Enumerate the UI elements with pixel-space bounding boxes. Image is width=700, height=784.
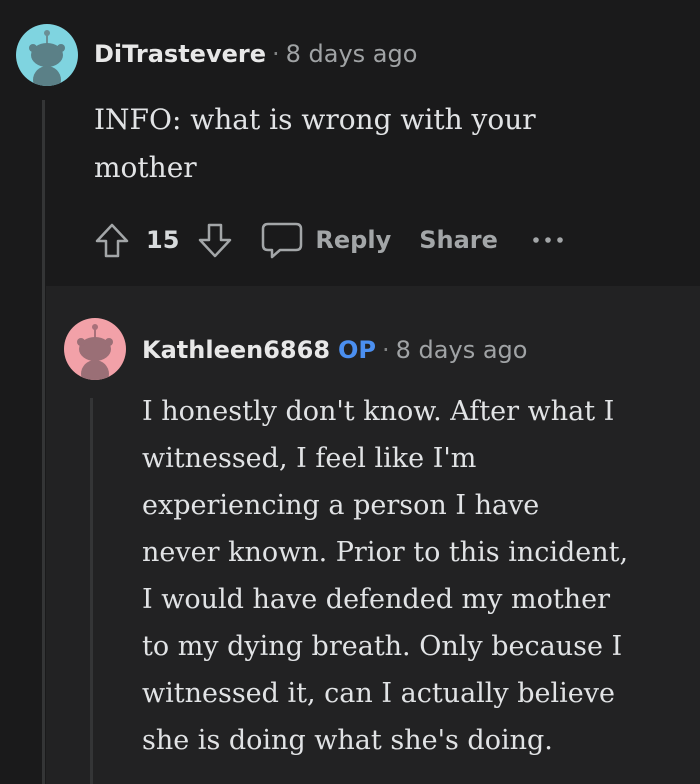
separator: ·: [271, 40, 280, 68]
thread-line[interactable]: [42, 100, 45, 784]
comment-icon[interactable]: [259, 218, 305, 262]
comment-line: experiencing a person I have: [142, 490, 540, 521]
comment-line: never known. Prior to this incident,: [142, 537, 629, 568]
timestamp[interactable]: 8 days ago: [286, 40, 418, 68]
comment-line: I would have defended my mother: [142, 584, 610, 615]
comment-meta: Kathleen6868 OP · 8 days ago: [142, 336, 527, 364]
upvote-icon[interactable]: [90, 218, 134, 262]
share-button[interactable]: Share: [419, 226, 498, 254]
comment-line: mother: [94, 151, 197, 184]
comment-line: she is doing what she's doing.: [142, 725, 553, 756]
more-icon[interactable]: [528, 220, 568, 260]
snoo-avatar-icon: [77, 324, 113, 380]
timestamp[interactable]: 8 days ago: [396, 336, 528, 364]
avatar[interactable]: [64, 318, 126, 380]
comment-meta: DiTrastevere · 8 days ago: [94, 40, 417, 68]
comment-body: I honestly don't know. After what I witn…: [142, 388, 628, 764]
comment-line: witnessed, I feel like I'm: [142, 443, 477, 474]
reply-button[interactable]: Reply: [315, 226, 391, 254]
thread-line[interactable]: [90, 398, 93, 784]
op-badge: OP: [338, 336, 377, 364]
username[interactable]: Kathleen6868: [142, 336, 330, 364]
comment-line: witnessed it, can I actually believe: [142, 678, 616, 709]
avatar[interactable]: [16, 24, 78, 86]
username[interactable]: DiTrastevere: [94, 40, 266, 68]
downvote-icon[interactable]: [193, 218, 237, 262]
separator: ·: [382, 336, 390, 364]
comment-line: INFO: what is wrong with your: [94, 103, 536, 136]
comment-line: I honestly don't know. After what I: [142, 396, 615, 427]
snoo-avatar-icon: [29, 30, 65, 86]
comment-line: to my dying breath. Only because I: [142, 631, 623, 662]
comment-body: INFO: what is wrong with your mother: [94, 96, 536, 192]
action-bar: 15 Reply Share: [90, 216, 568, 264]
vote-count: 15: [146, 226, 180, 254]
